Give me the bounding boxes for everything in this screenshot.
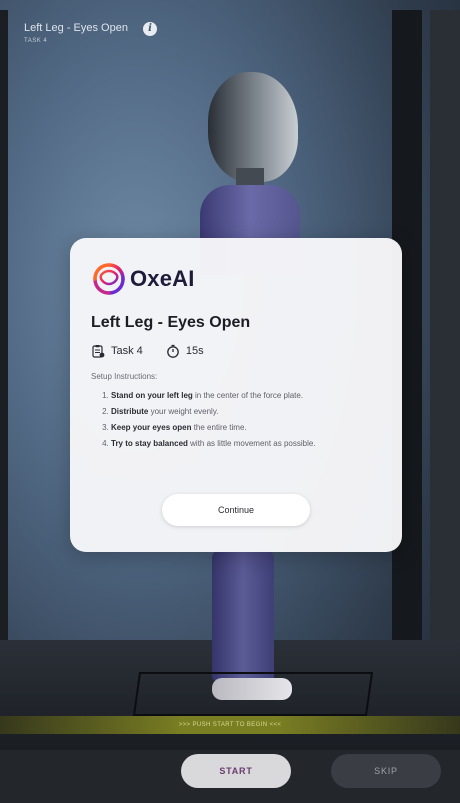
start-button[interactable]: START <box>181 754 291 788</box>
task-meta-item: Task 4 <box>91 344 143 358</box>
timer-icon <box>167 344 179 358</box>
instruction-bold: Stand on your left leg <box>111 391 193 400</box>
frame-right-outer <box>430 10 460 750</box>
info-icon[interactable]: i <box>143 22 157 36</box>
duration-label: 15s <box>185 345 204 357</box>
instruction-list: Stand on your left leg in the center of … <box>91 390 401 454</box>
avatar-head <box>208 72 298 182</box>
clipboard-icon <box>92 345 105 358</box>
task-subtitle: TASK 4 <box>24 38 48 44</box>
app-screen: Left Leg - Eyes Open i TASK 4 OxeAI Left… <box>0 0 460 803</box>
push-start-text: >>> PUSH START TO BEGIN <<< <box>178 722 282 728</box>
continue-button[interactable]: Continue <box>162 494 310 526</box>
instruction-item: Distribute your weight evenly. <box>111 406 401 417</box>
avatar-feet <box>212 678 292 700</box>
oxeai-logo-icon <box>93 263 125 295</box>
instruction-bold: Try to stay balanced <box>111 439 188 448</box>
instruction-bold: Distribute <box>111 407 149 416</box>
instruction-text: in the center of the force plate. <box>192 391 304 400</box>
duration-meta-item: 15s <box>166 344 204 358</box>
skip-button[interactable]: SKIP <box>331 754 441 788</box>
instruction-text: your weight evenly. <box>148 407 219 416</box>
avatar-legs <box>212 550 274 682</box>
task-meta: Task 4 15s <box>91 344 224 361</box>
task-title: Left Leg - Eyes Open <box>24 22 128 34</box>
frame-left <box>0 10 8 750</box>
instruction-item: Stand on your left leg in the center of … <box>111 390 401 401</box>
modal-title: Left Leg - Eyes Open <box>91 314 251 331</box>
instruction-bold: Keep your eyes open <box>111 423 192 432</box>
instructions-modal: OxeAI Left Leg - Eyes Open Task 4 15s Se… <box>70 238 402 552</box>
task-label: Task 4 <box>111 345 143 357</box>
instruction-item: Try to stay balanced with as little move… <box>111 438 401 449</box>
instruction-item: Keep your eyes open the entire time. <box>111 422 401 433</box>
brand-name: OxeAI <box>130 266 195 291</box>
instruction-text: the entire time. <box>191 423 247 432</box>
setup-heading: Setup Instructions: <box>91 372 158 381</box>
instruction-text: with as little movement as possible. <box>187 439 316 448</box>
